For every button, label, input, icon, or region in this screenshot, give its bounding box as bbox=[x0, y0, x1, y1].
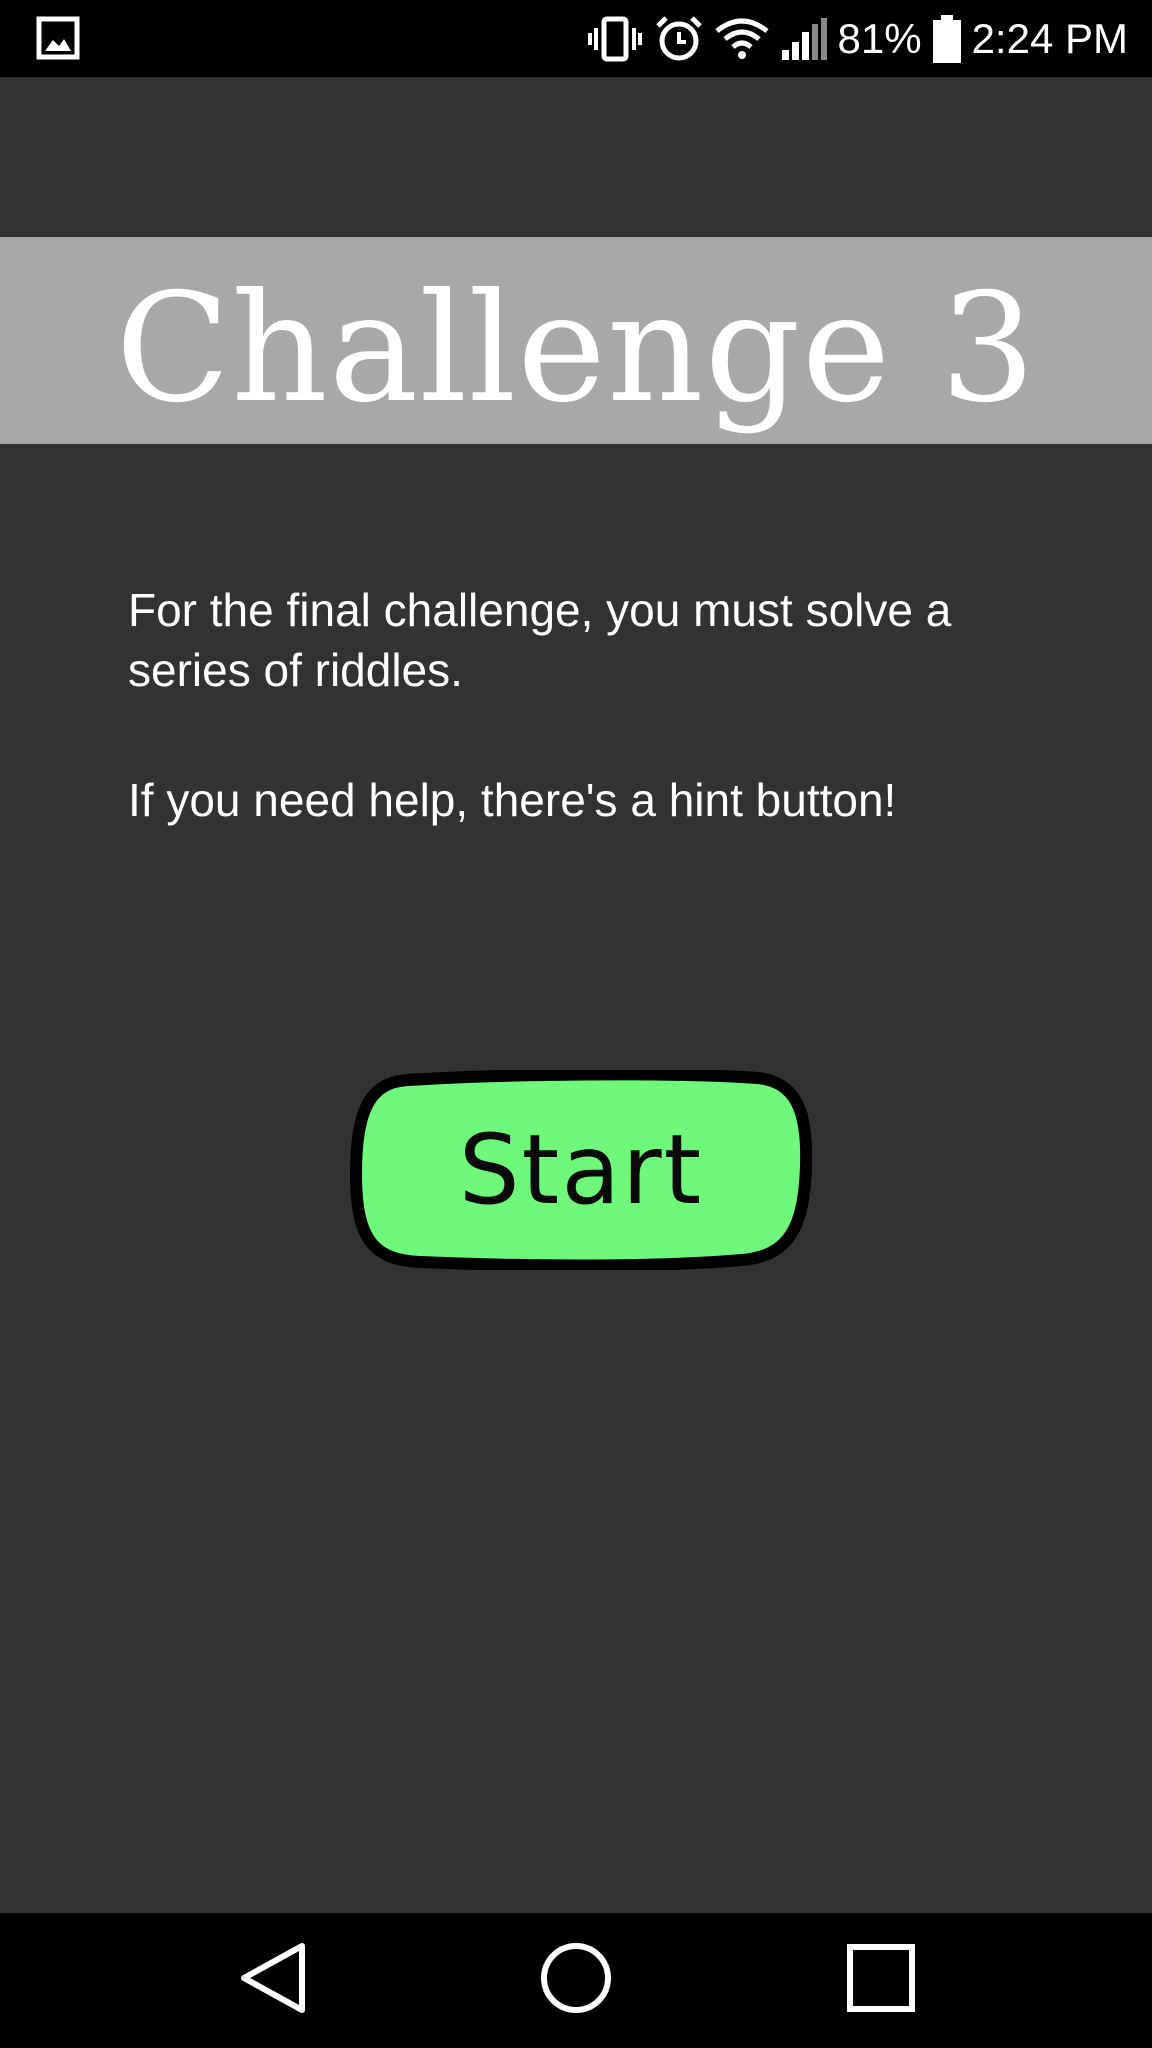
status-bar: 81% 2:24 PM bbox=[0, 0, 1152, 77]
recents-button[interactable] bbox=[811, 1913, 951, 2048]
wifi-icon bbox=[714, 17, 770, 61]
page-title: Challenge 3 bbox=[115, 261, 1037, 436]
battery-percent: 81% bbox=[837, 14, 922, 62]
back-icon bbox=[238, 1941, 308, 2020]
instructions: For the final challenge, you must solve … bbox=[128, 580, 1028, 830]
alarm-icon bbox=[654, 14, 704, 64]
vibrate-icon bbox=[586, 16, 644, 62]
instruction-paragraph: For the final challenge, you must solve … bbox=[128, 584, 952, 696]
clock-time: 2:24 PM bbox=[971, 14, 1128, 62]
navigation-bar bbox=[0, 1913, 1152, 2048]
hint-paragraph: If you need help, there's a hint button! bbox=[128, 774, 897, 826]
title-banner: Challenge 3 bbox=[0, 237, 1152, 444]
start-button-label: Start bbox=[458, 1114, 704, 1226]
battery-icon bbox=[932, 14, 962, 64]
back-button[interactable] bbox=[203, 1913, 343, 2048]
status-icons: 81% 2:24 PM bbox=[586, 0, 1128, 77]
home-button[interactable] bbox=[506, 1913, 646, 2048]
recents-icon bbox=[846, 1943, 916, 2018]
home-icon bbox=[539, 1941, 613, 2020]
start-button[interactable]: Start bbox=[350, 1070, 812, 1270]
app-screen: 81% 2:24 PM Challenge 3 For the final ch… bbox=[0, 0, 1152, 2048]
signal-icon bbox=[780, 16, 828, 62]
image-notification-icon bbox=[36, 16, 80, 60]
